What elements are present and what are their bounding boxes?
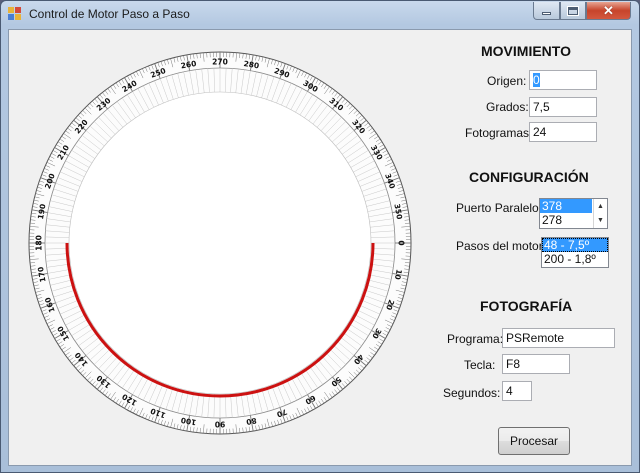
minimize-button[interactable] — [533, 2, 560, 20]
origen-value: 0 — [533, 73, 540, 87]
puerto-spinner[interactable]: ▲ ▼ — [593, 199, 607, 228]
title-bar[interactable]: Control de Motor Paso a Paso ✕ — [1, 1, 639, 27]
origen-label: Origen: — [487, 74, 527, 88]
origen-input[interactable]: 0 — [529, 70, 597, 90]
dial-degree-label: 0 — [397, 240, 406, 245]
dial-degree-label: 270 — [212, 58, 228, 67]
tecla-label: Tecla: — [464, 358, 496, 372]
pasos-option-1[interactable]: 200 - 1,8º — [542, 252, 608, 266]
window-title: Control de Motor Paso a Paso — [29, 7, 190, 21]
fotografia-title: FOTOGRAFÍA — [480, 298, 573, 314]
spin-up-icon[interactable]: ▲ — [594, 199, 607, 214]
dial-degree-label: 180 — [35, 235, 44, 251]
angle-dial: 0102030405060708090100110120130140150160… — [28, 51, 412, 435]
procesar-button[interactable]: Procesar — [498, 427, 570, 455]
dial-center-disc — [68, 91, 372, 395]
segundos-input[interactable]: 4 — [502, 381, 532, 401]
maximize-icon — [567, 5, 579, 16]
dial-degree-label: 10 — [393, 269, 404, 281]
fotogramas-input[interactable]: 24 — [529, 122, 597, 142]
puerto-option-0[interactable]: 378 — [540, 199, 592, 213]
fotogramas-label: Fotogramas: — [465, 126, 533, 140]
puerto-option-1[interactable]: 278 — [540, 213, 592, 227]
minimize-icon — [542, 12, 551, 15]
app-window-icon — [8, 7, 22, 21]
puerto-paralelo-label: Puerto Paralelo: — [456, 201, 543, 215]
main-window: Control de Motor Paso a Paso ✕ 0 10 20 30 40… — [0, 0, 640, 473]
programa-label: Programa: — [447, 332, 504, 346]
grados-label: Grados: — [486, 100, 529, 114]
pasos-motor-label: Pasos del motor: — [456, 239, 547, 253]
puerto-paralelo-listbox[interactable]: 378 278 ▲ ▼ — [539, 198, 608, 229]
maximize-button[interactable] — [560, 2, 586, 20]
form-client-area: 0 10 20 30 40 50 60 70 80 90 100 110 120 130 140 150 160… — [8, 29, 632, 466]
programa-input[interactable]: PSRemote — [502, 328, 615, 348]
movimiento-title: MOVIMIENTO — [481, 43, 571, 59]
pasos-motor-listbox[interactable]: 48 - 7,5º 200 - 1,8º — [541, 237, 609, 268]
grados-input[interactable]: 7,5 — [529, 97, 597, 117]
tecla-input[interactable]: F8 — [502, 354, 570, 374]
pasos-option-0[interactable]: 48 - 7,5º — [542, 238, 608, 252]
configuracion-title: CONFIGURACIÓN — [469, 169, 589, 185]
spin-down-icon[interactable]: ▼ — [594, 214, 607, 229]
close-icon: ✕ — [603, 2, 614, 18]
dial-degree-label: 90 — [215, 420, 225, 429]
close-button[interactable]: ✕ — [586, 2, 631, 20]
dial-degree-label: 80 — [246, 416, 258, 427]
segundos-label: Segundos: — [443, 386, 501, 400]
